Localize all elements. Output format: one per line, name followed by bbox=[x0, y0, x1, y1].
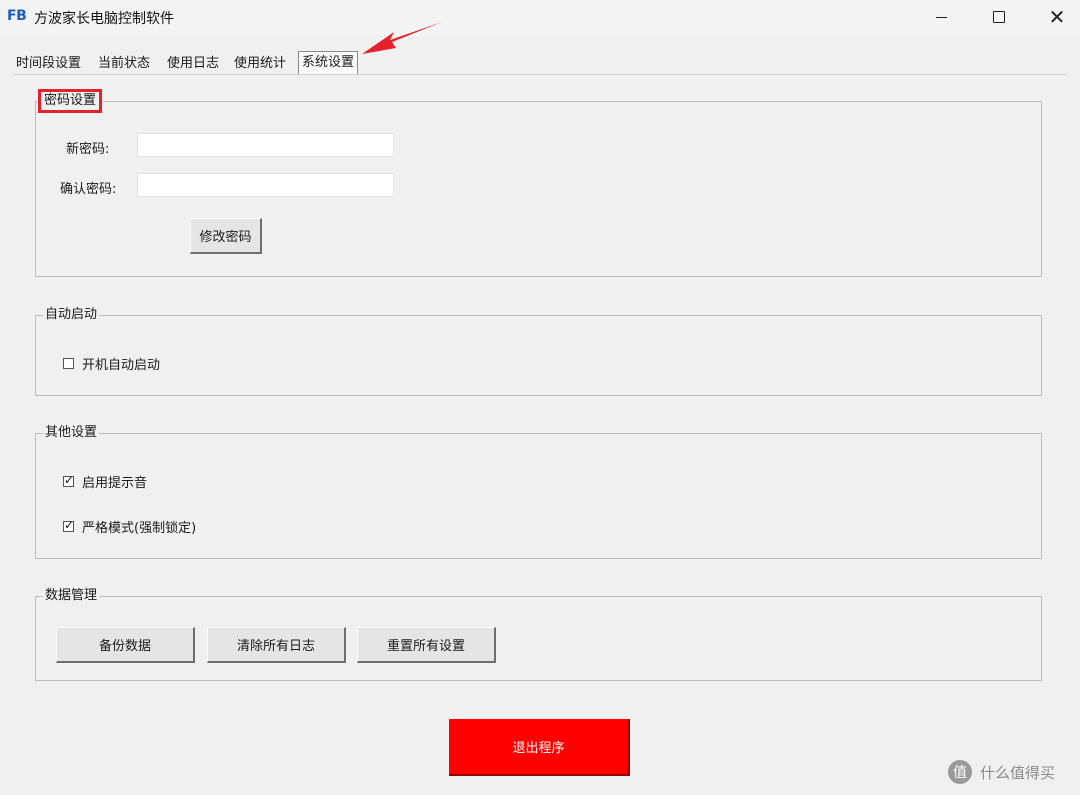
exit-program-button[interactable]: 退出程序 bbox=[449, 719, 630, 776]
password-settings-group: 密码设置 新密码: 确认密码: 修改密码 bbox=[35, 89, 1042, 277]
tab-panel-border bbox=[14, 74, 1066, 75]
annotation-arrow-icon bbox=[362, 22, 442, 54]
strict-checkbox[interactable]: ✓ bbox=[63, 518, 75, 532]
checkmark-icon: ✓ bbox=[64, 473, 75, 487]
autostart-checkbox-label: 开机自动启动 bbox=[82, 358, 161, 373]
autostart-checkbox-row[interactable]: 开机自动启动 bbox=[63, 354, 160, 373]
clear-logs-button[interactable]: 清除所有日志 bbox=[207, 627, 346, 663]
backup-data-button[interactable]: 备份数据 bbox=[56, 627, 195, 663]
minimize-icon bbox=[935, 16, 947, 18]
close-button[interactable]: ✕ bbox=[1034, 0, 1080, 34]
password-group-title: 密码设置 bbox=[38, 89, 103, 113]
confirm-password-label: 确认密码: bbox=[60, 182, 117, 197]
sound-checkbox[interactable]: ✓ bbox=[63, 473, 75, 487]
strict-checkbox-label: 严格模式(强制锁定) bbox=[82, 521, 197, 536]
tab-system-settings[interactable]: 系统设置 bbox=[298, 51, 359, 74]
data-management-group: 数据管理 备份数据 清除所有日志 重置所有设置 bbox=[35, 588, 1042, 681]
tab-usage-log[interactable]: 使用日志 bbox=[165, 53, 221, 75]
title-bar: FB 方波家长电脑控制软件 ✕ bbox=[0, 0, 1080, 36]
confirm-password-input[interactable] bbox=[137, 173, 394, 197]
autostart-checkbox[interactable] bbox=[63, 358, 74, 369]
sound-checkbox-row[interactable]: ✓ 启用提示音 bbox=[63, 472, 147, 491]
app-window: FB 方波家长电脑控制软件 ✕ 时间段设置 当前状态 使用日志 使用统计 系统设… bbox=[0, 0, 1080, 795]
minimize-button[interactable] bbox=[918, 0, 964, 34]
sound-checkbox-label: 启用提示音 bbox=[82, 476, 148, 491]
window-title: 方波家长电脑控制软件 bbox=[34, 11, 174, 27]
tab-time-period[interactable]: 时间段设置 bbox=[14, 53, 83, 75]
maximize-button[interactable] bbox=[976, 0, 1022, 34]
tab-usage-stats[interactable]: 使用统计 bbox=[232, 53, 288, 75]
other-group-title: 其他设置 bbox=[43, 425, 100, 441]
reset-settings-button[interactable]: 重置所有设置 bbox=[357, 627, 496, 663]
other-settings-group: 其他设置 ✓ 启用提示音 ✓ 严格模式(强制锁定) bbox=[35, 425, 1042, 559]
autostart-group: 自动启动 开机自动启动 bbox=[35, 307, 1042, 396]
new-password-input[interactable] bbox=[137, 133, 394, 157]
watermark: 值 什么值得买 bbox=[948, 760, 1055, 784]
data-group-title: 数据管理 bbox=[43, 588, 100, 604]
change-password-button[interactable]: 修改密码 bbox=[190, 218, 262, 254]
tab-current-status[interactable]: 当前状态 bbox=[96, 53, 152, 75]
autostart-group-title: 自动启动 bbox=[43, 307, 100, 323]
maximize-icon bbox=[993, 11, 1005, 23]
watermark-text: 什么值得买 bbox=[980, 763, 1056, 782]
checkmark-icon: ✓ bbox=[64, 518, 75, 532]
watermark-logo-icon: 值 bbox=[948, 760, 972, 784]
strict-checkbox-row[interactable]: ✓ 严格模式(强制锁定) bbox=[63, 517, 196, 536]
app-logo: FB bbox=[7, 8, 27, 24]
new-password-label: 新密码: bbox=[66, 142, 110, 157]
close-icon: ✕ bbox=[1048, 5, 1066, 29]
